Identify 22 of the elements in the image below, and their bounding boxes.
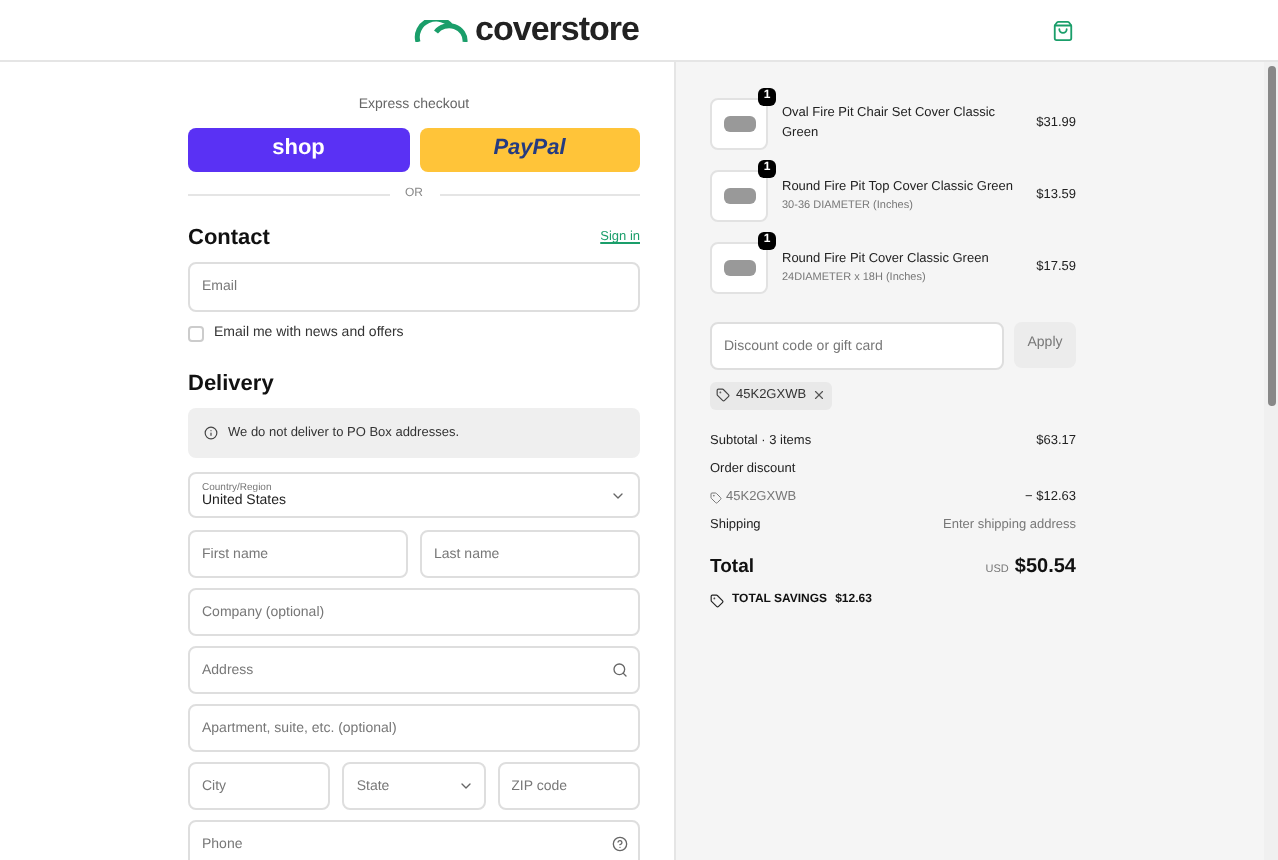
total-value: $50.54 (1014, 554, 1076, 583)
section-heading: Contact (188, 223, 270, 253)
scrollbar[interactable] (1264, 62, 1278, 860)
paypal-button[interactable]: PayPal (419, 127, 640, 171)
shop-pay-button[interactable]: shop (188, 127, 409, 171)
product-thumbnail (710, 98, 768, 150)
total-label: Total (710, 554, 754, 583)
chevron-down-icon (457, 778, 474, 794)
section-heading: Delivery (188, 369, 276, 399)
shopping-bag-icon[interactable] (1052, 19, 1074, 41)
search-icon (612, 662, 628, 678)
remove-icon[interactable] (812, 388, 827, 403)
checkbox[interactable] (188, 326, 204, 343)
product-thumbnail (710, 242, 768, 294)
tag-icon (710, 491, 722, 504)
arch-logo-icon (413, 19, 468, 41)
logo-text: coverstore (475, 8, 639, 53)
product-thumbnail (710, 170, 768, 222)
info-icon (204, 426, 218, 440)
tag-icon (710, 593, 724, 608)
tag-icon (716, 388, 730, 403)
help-icon (612, 836, 628, 852)
